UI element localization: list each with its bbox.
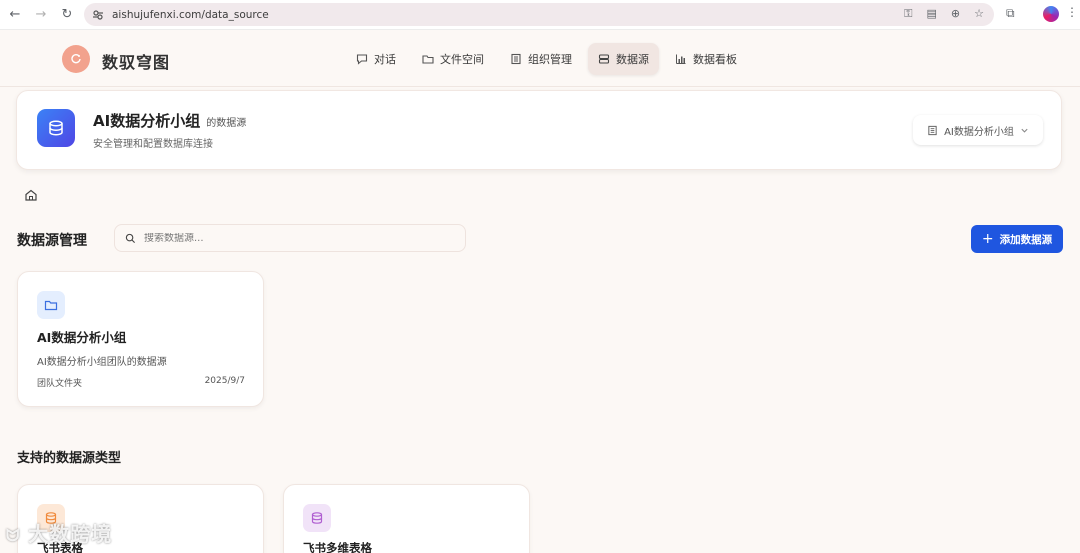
datasource-card[interactable]: AI数据分析小组 AI数据分析小组团队的数据源 团队文件夹 2025/9/7: [17, 271, 264, 407]
extensions-icon[interactable]: ⧉: [1006, 6, 1022, 22]
nav-label: 组织管理: [528, 53, 572, 66]
supported-types-title: 支持的数据源类型: [17, 451, 122, 466]
main-nav: 对话 文件空间 组织管理 数据源 数据看板: [346, 43, 747, 75]
address-bar[interactable]: aishujufenxi.com/data_source ⚿ ▤ ⊕ ☆: [84, 3, 994, 26]
folder-icon: [422, 55, 434, 64]
watermark: ᗢ 大数跨境: [6, 518, 112, 547]
building-icon: [928, 125, 937, 135]
team-name-suffix: 的数据源: [206, 118, 247, 129]
team-name-text: AI数据分析小组: [93, 112, 201, 130]
team-header-card: AI数据分析小组 的数据源 安全管理和配置数据库连接 AI数据分析小组: [16, 90, 1062, 170]
datasource-card-type: 团队文件夹: [37, 379, 83, 389]
nav-item-chat[interactable]: 对话: [346, 43, 406, 75]
chevron-down-icon: [1021, 128, 1028, 133]
nav-label: 数据源: [616, 53, 649, 66]
app-title[interactable]: 数驭穹图: [102, 49, 170, 73]
app-header: 数驭穹图 对话 文件空间 组织管理 数据源 数据看板: [0, 31, 1080, 87]
browser-toolbar: ← → ↻ aishujufenxi.com/data_source ⚿ ▤ ⊕…: [0, 0, 1080, 30]
app-logo[interactable]: [62, 45, 90, 73]
site-info-icon[interactable]: [92, 9, 104, 21]
profile-avatar[interactable]: [1043, 6, 1059, 22]
datasource-card-title: AI数据分析小组: [37, 330, 127, 345]
forward-icon[interactable]: →: [30, 4, 52, 26]
add-datasource-button[interactable]: + 添加数据源: [971, 225, 1063, 253]
bookmark-star-icon[interactable]: ☆: [974, 7, 984, 21]
team-name: AI数据分析小组 的数据源: [93, 110, 246, 131]
datasource-card-date: 2025/9/7: [204, 376, 245, 386]
folder-icon: [37, 291, 65, 319]
password-key-icon[interactable]: ⚿: [904, 7, 912, 21]
watermark-logo-icon: ᗢ: [6, 526, 21, 545]
team-subtitle: 安全管理和配置数据库连接: [93, 139, 213, 150]
building-icon: [511, 53, 521, 65]
team-selector[interactable]: AI数据分析小组: [913, 115, 1043, 145]
nav-label: 对话: [374, 53, 396, 66]
watermark-text: 大数跨境: [28, 522, 113, 546]
datasource-section-title: 数据源管理: [17, 233, 87, 249]
nav-item-org[interactable]: 组织管理: [500, 43, 582, 75]
database-icon: [598, 54, 610, 64]
bar-chart-icon: [676, 54, 686, 64]
back-icon[interactable]: ←: [4, 4, 26, 26]
type-card-name: 飞书多维表格: [303, 541, 372, 553]
reload-icon[interactable]: ↻: [56, 4, 78, 26]
nav-item-datasource[interactable]: 数据源: [588, 43, 659, 75]
home-icon[interactable]: [24, 188, 38, 202]
datasource-card-description: AI数据分析小组团队的数据源: [37, 357, 167, 368]
nav-label: 文件空间: [440, 53, 484, 66]
search-field[interactable]: [114, 224, 466, 252]
search-input[interactable]: [144, 232, 444, 244]
zoom-icon[interactable]: ⊕: [951, 7, 960, 21]
nav-item-files[interactable]: 文件空间: [412, 43, 494, 75]
bitable-icon: [303, 504, 331, 532]
add-datasource-label: 添加数据源: [999, 233, 1053, 246]
translate-icon[interactable]: ▤: [927, 7, 937, 21]
team-selector-label: AI数据分析小组: [944, 126, 1014, 138]
database-badge-icon: [37, 109, 75, 147]
nav-item-dashboard[interactable]: 数据看板: [665, 43, 747, 75]
chat-icon: [356, 54, 368, 65]
menu-dots-icon[interactable]: ⋮: [1066, 5, 1078, 19]
plus-icon: +: [981, 231, 994, 247]
nav-label: 数据看板: [693, 53, 737, 66]
search-icon: [125, 233, 136, 243]
type-card-feishu-bitable[interactable]: 飞书多维表格: [283, 484, 530, 553]
url-text: aishujufenxi.com/data_source: [112, 8, 269, 21]
